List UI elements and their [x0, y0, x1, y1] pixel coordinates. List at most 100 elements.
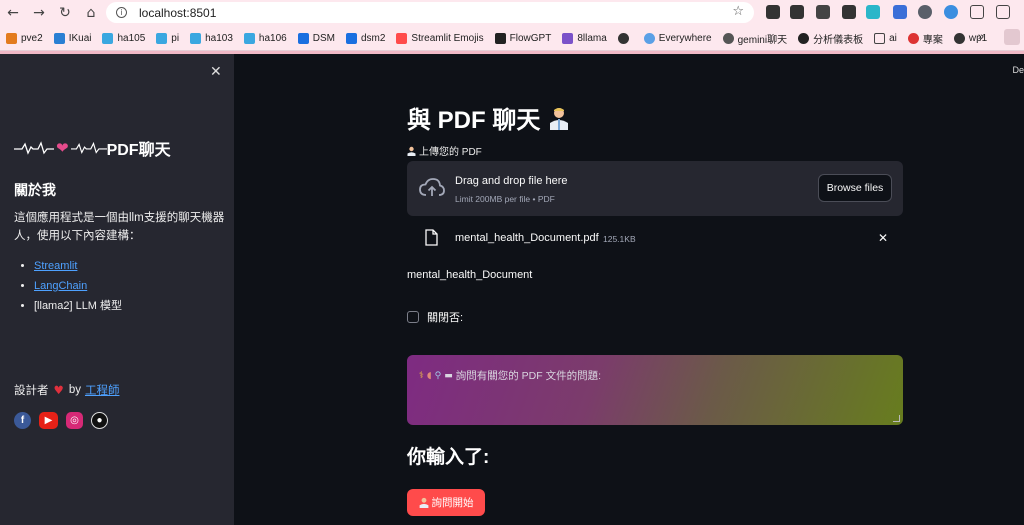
bookmark[interactable]: DSM [297, 32, 335, 44]
github-icon[interactable]: ● [91, 412, 108, 429]
ask-start-button[interactable]: 詢問開始 [407, 489, 485, 516]
youtube-icon[interactable]: ▶ [39, 412, 58, 429]
bookmark[interactable]: 8llama [562, 32, 607, 44]
author-link[interactable]: 工程師 [85, 382, 120, 398]
bookmark-favicon-icon [190, 32, 202, 44]
bookmark[interactable]: 分析儀表板 [798, 31, 863, 46]
checkbox-label: 關閉否: [427, 312, 464, 324]
extension-icon[interactable] [842, 5, 856, 19]
bookmark-favicon-icon [396, 32, 408, 44]
list-item: [llama2] LLM 模型 [34, 296, 122, 316]
upload-label: 上傳您的 PDF [407, 143, 482, 158]
extension-icon[interactable] [944, 5, 958, 19]
deploy-button[interactable]: De [1012, 65, 1024, 75]
credit-line: 設計者 ♥ by 工程師 [14, 382, 120, 398]
bookmarks-overflow-icon[interactable]: » [978, 31, 984, 43]
facebook-icon[interactable]: f [14, 412, 31, 429]
document-name: mental_health_Document [407, 269, 533, 281]
file-size: 125.1KB [603, 234, 636, 244]
bookmark[interactable]: pi [156, 32, 179, 44]
question-placeholder: ⚕ ◖ ⚲ ▬ 詢問有關您的 PDF 文件的問題: [419, 370, 601, 382]
streamlit-link[interactable]: Streamlit [34, 260, 77, 272]
bookmark[interactable]: IKuai [53, 32, 91, 44]
bookmark-folder[interactable]: ai [874, 32, 897, 44]
bookmark-favicon-icon [494, 32, 506, 44]
bookmark[interactable]: dsm2 [345, 32, 385, 44]
sidepanel-icon[interactable] [996, 5, 1010, 19]
extensions-puzzle-icon[interactable] [970, 5, 984, 19]
social-links: f ▶ ◎ ● [14, 412, 116, 429]
all-bookmarks-icon[interactable] [1004, 29, 1020, 45]
doctor-icon [407, 146, 416, 156]
bookmark-favicon-icon [953, 32, 965, 44]
extension-icon[interactable] [816, 5, 830, 19]
bookmark[interactable]: ha105 [102, 32, 145, 44]
about-description: 這個應用程式是一個由llm支援的聊天機器人，使用以下內容建構： [14, 212, 225, 242]
list-item: LangChain [34, 276, 122, 296]
close-sidebar-icon[interactable]: ✕ [210, 64, 222, 80]
file-dropzone[interactable]: Drag and drop file here Limit 200MB per … [407, 161, 903, 216]
home-icon[interactable]: ⌂ [78, 0, 104, 26]
bookmark[interactable]: Streamlit Emojis [396, 32, 484, 44]
bookmark-favicon-icon [643, 32, 655, 44]
checkbox-icon[interactable] [407, 311, 419, 323]
forward-icon[interactable]: → [26, 0, 52, 26]
bookmark[interactable]: ha103 [190, 32, 233, 44]
bookmark-favicon-icon [297, 32, 309, 44]
extension-icon[interactable] [866, 5, 880, 19]
dropzone-title: Drag and drop file here [455, 175, 568, 187]
bookmark[interactable]: 專案 [907, 31, 943, 46]
instagram-icon[interactable]: ◎ [66, 412, 83, 429]
dropzone-subtitle: Limit 200MB per file • PDF [455, 194, 555, 204]
uploaded-file: mental_health_Document.pdf 125.1KB ✕ [407, 228, 903, 250]
bookmark-favicon-icon [722, 32, 734, 44]
heart-icon: ♥ [53, 383, 64, 397]
doctor-icon [419, 497, 428, 508]
doctor-icon [550, 107, 569, 130]
sidebar-title-text: PDF聊天 [106, 142, 171, 159]
stethoscope-icon: ⚲ [434, 370, 442, 381]
sidebar-title: ❤ PDF聊天 [14, 136, 171, 160]
file-icon [425, 229, 438, 246]
address-bar[interactable]: i localhost:8501 ☆ [106, 2, 754, 23]
extension-icon[interactable] [893, 5, 907, 19]
folder-icon [874, 32, 886, 44]
extension-icon[interactable] [766, 5, 780, 19]
bookmark[interactable]: ha106 [243, 32, 287, 44]
you-entered-heading: 你輸入了: [407, 447, 490, 468]
resize-handle[interactable] [893, 415, 900, 422]
reload-icon[interactable]: ↻ [52, 0, 78, 26]
syringe-icon: ⚕ [419, 370, 424, 381]
langchain-link[interactable]: LangChain [34, 280, 87, 292]
bookmark[interactable]: pve2 [6, 32, 43, 44]
heartbeat-icon [70, 141, 107, 155]
bookmarks-bar: pve2 IKuai ha105 pi ha103 ha106 DSM dsm2… [0, 26, 1024, 51]
about-heading: 關於我 [14, 182, 56, 198]
back-icon[interactable]: ← [0, 0, 26, 26]
remove-file-icon[interactable]: ✕ [878, 231, 888, 245]
heartbeat-icon [14, 141, 54, 155]
list-item: Streamlit [34, 256, 122, 276]
bookmark-favicon-icon [798, 32, 810, 44]
bookmark[interactable] [617, 32, 633, 44]
extension-icon[interactable] [918, 5, 932, 19]
tech-list: Streamlit LangChain [llama2] LLM 模型 [34, 256, 122, 316]
url-text: localhost:8501 [139, 5, 217, 20]
bandage-icon: ▬ [444, 370, 453, 381]
anatomical-heart-icon: ❤ [56, 139, 69, 157]
bookmark-favicon-icon [617, 32, 629, 44]
pill-icon: ◖ [426, 370, 432, 381]
bookmark-star-icon[interactable]: ☆ [732, 4, 744, 19]
bookmark[interactable]: gemini聊天 [722, 31, 787, 46]
page-title: 與 PDF 聊天 [407, 100, 570, 135]
close-checkbox[interactable]: 關閉否: [407, 309, 463, 325]
extension-icon[interactable] [790, 5, 804, 19]
bookmark[interactable]: FlowGPT [494, 32, 551, 44]
main-content: De 與 PDF 聊天 上傳您的 PDF Drag and drop file … [234, 54, 1024, 525]
bookmark-favicon-icon [6, 32, 17, 44]
question-textarea[interactable]: ⚕ ◖ ⚲ ▬ 詢問有關您的 PDF 文件的問題: [407, 355, 903, 425]
bookmark[interactable]: Everywhere [643, 32, 712, 44]
site-info-icon[interactable]: i [116, 7, 127, 18]
browse-files-button[interactable]: Browse files [818, 174, 892, 202]
file-name: mental_health_Document.pdf [455, 232, 599, 244]
